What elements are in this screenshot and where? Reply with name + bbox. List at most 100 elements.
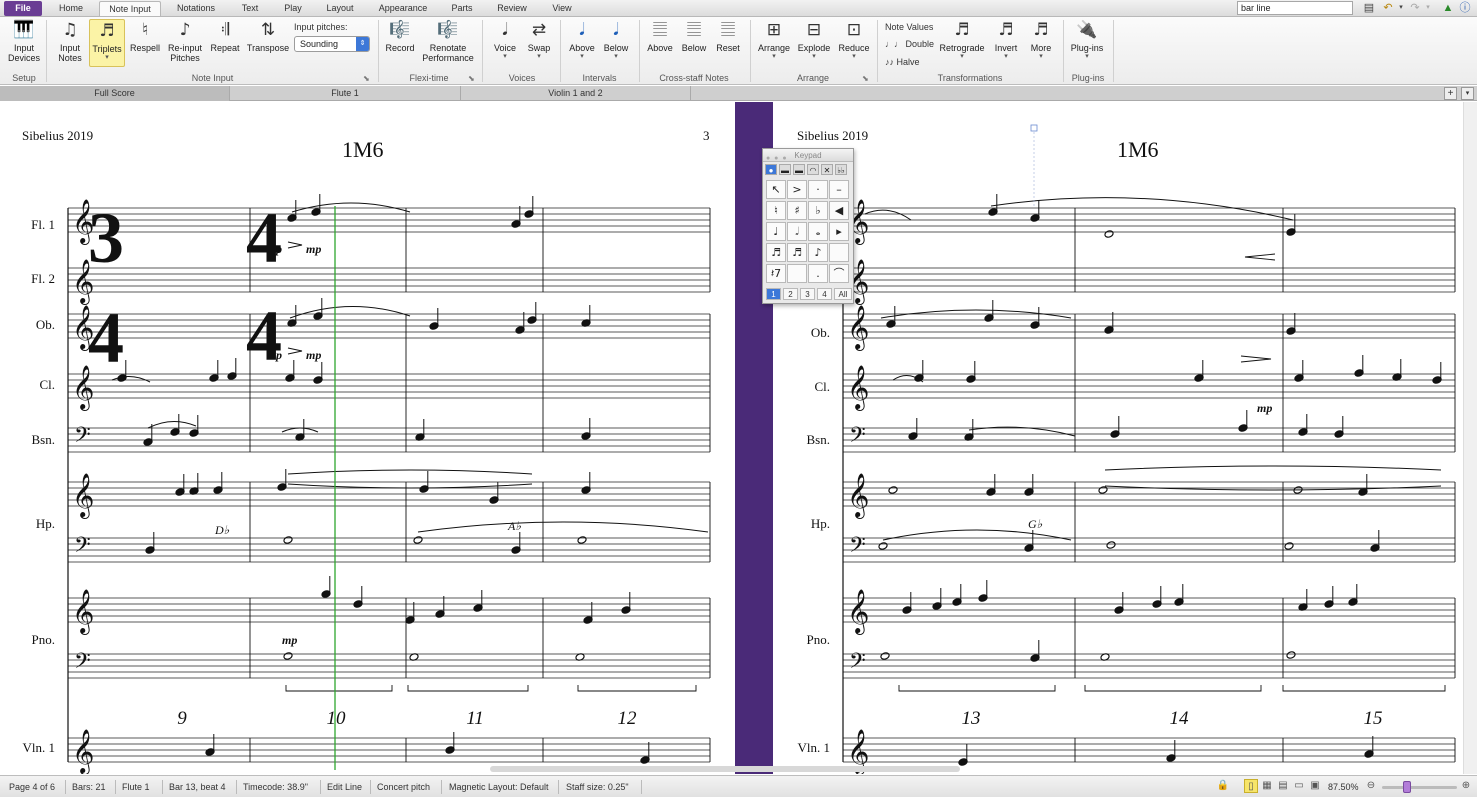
keypad-window[interactable]: ● ● ● Keypad ● ▬ ▬ ◠ ✕ ♭♭ ↖ > · – ♮ ♯ ♭ ◀ ♩ 𝅗𝅥 𝅝 ▸ ♬ ♬ ♪ 𝄽7.… <box>762 148 854 304</box>
keypad-key-r3c4[interactable]: ▸ <box>829 222 849 241</box>
keypad-key-r1c1[interactable]: ↖ <box>766 180 786 199</box>
lock-icon[interactable]: 🔒 <box>1216 779 1230 793</box>
keypad-layout-all[interactable]: All <box>834 288 852 300</box>
keypad-mode-2[interactable]: ▬ <box>779 164 791 175</box>
keypad-key-r2c1[interactable]: ♮ <box>766 201 786 220</box>
tab-note-input[interactable]: Note Input <box>99 1 161 16</box>
tab-home[interactable]: Home <box>52 1 90 16</box>
keypad-key-r1c4[interactable]: – <box>829 180 849 199</box>
score-page-left[interactable]: Sibelius 2019 1M6 3 𝄞 𝄞 𝄞 𝄞 𝄢 𝄞 𝄢 𝄞 𝄢 𝄞 Fl. 1 Fl. 2 Ob.… <box>0 102 735 774</box>
search-input[interactable] <box>1237 1 1353 15</box>
input-notes-button[interactable]: ♫ Input Notes <box>53 19 87 63</box>
reinput-pitches-button[interactable]: ♪ Re-input Pitches <box>165 19 205 63</box>
keypad-key-r5c4[interactable]: ⌒ <box>829 264 849 283</box>
more-button[interactable]: ♬ More ▾ <box>1025 19 1057 60</box>
retrograde-button[interactable]: ♬ Retrograde ▾ <box>938 19 986 60</box>
keypad-layout-2[interactable]: 2 <box>783 288 798 300</box>
panorama-icon[interactable]: ▭ <box>1292 779 1306 793</box>
tab-flute-1[interactable]: Flute 1 <box>230 86 461 101</box>
zoom-slider-track[interactable] <box>1382 786 1457 789</box>
tab-layout[interactable]: Layout <box>319 1 361 16</box>
cross-staff-above-button[interactable]: 𝄚 Above <box>644 19 676 53</box>
add-part-button[interactable]: + <box>1444 87 1457 100</box>
vertical-scrollbar[interactable] <box>1463 102 1477 774</box>
reduce-button[interactable]: ⊡ Reduce ▾ <box>836 19 872 60</box>
explode-button[interactable]: ⊟ Explode ▾ <box>795 19 833 60</box>
undo-icon[interactable]: ↶ <box>1381 1 1395 15</box>
part-menu-button[interactable]: ▾ <box>1461 87 1474 100</box>
keypad-key-r3c3[interactable]: 𝅝 <box>808 222 828 241</box>
keypad-mode-6[interactable]: ♭♭ <box>835 164 847 175</box>
flexi-time-launcher-icon[interactable]: ⬊ <box>468 74 475 83</box>
keypad-key-r2c3[interactable]: ♭ <box>808 201 828 220</box>
keypad-key-r5c1[interactable]: 𝄽7 <box>766 264 786 283</box>
keypad-key-r1c2[interactable]: > <box>787 180 807 199</box>
tab-play[interactable]: Play <box>276 1 310 16</box>
keypad-key-r5c2[interactable] <box>787 264 807 283</box>
tab-violin-1-2[interactable]: Violin 1 and 2 <box>461 86 691 101</box>
keypad-key-r3c1[interactable]: ♩ <box>766 222 786 241</box>
minimize-ribbon-icon[interactable]: ▲ <box>1441 1 1455 15</box>
keypad-mode-4[interactable]: ◠ <box>807 164 819 175</box>
redo-dropdown-icon[interactable]: ▾ <box>1421 1 1435 15</box>
undo-dropdown-icon[interactable]: ▾ <box>1394 1 1408 15</box>
save-icon[interactable]: ▤ <box>1362 1 1376 15</box>
page-view-grid-icon[interactable]: ▤ <box>1276 779 1290 793</box>
tab-parts[interactable]: Parts <box>444 1 480 16</box>
interval-below-button[interactable]: 𝅘𝅥 Below ▾ <box>600 19 632 60</box>
respell-button[interactable]: ♮ Respell <box>128 19 162 53</box>
cross-staff-below-button[interactable]: 𝄚 Below <box>678 19 710 53</box>
double-button[interactable]: ♩♩ Double <box>885 39 934 49</box>
tab-view[interactable]: View <box>544 1 580 16</box>
note-input-launcher-icon[interactable]: ⬊ <box>363 74 370 83</box>
keypad-key-r2c2[interactable]: ♯ <box>787 201 807 220</box>
record-button[interactable]: 🎼 Record <box>383 19 417 53</box>
zoom-slider-thumb[interactable] <box>1403 781 1412 793</box>
keypad-layout-4[interactable]: 4 <box>817 288 832 300</box>
score-page-right[interactable]: Sibelius 2019 1M6 𝄞 𝄞 𝄞 𝄞 𝄢 𝄞 𝄢 𝄞 𝄢 𝄞 Ob. Cl. Bsn. Hp. P… <box>773 102 1463 774</box>
status-magnetic-layout[interactable]: Magnetic Layout: Default <box>449 781 549 793</box>
input-devices-button[interactable]: 🎹 Input Devices <box>6 19 42 63</box>
triplets-button[interactable]: ♬ Triplets ▾ <box>89 19 125 67</box>
horizontal-scrollbar[interactable] <box>490 766 960 772</box>
page-view-single-icon[interactable]: ▯ <box>1244 779 1258 793</box>
interval-above-button[interactable]: 𝅘𝅥 Above ▾ <box>566 19 598 60</box>
keypad-mode-5[interactable]: ✕ <box>821 164 833 175</box>
zoom-in-icon[interactable]: ⊕ <box>1459 779 1473 793</box>
keypad-titlebar[interactable]: ● ● ● Keypad <box>763 149 853 162</box>
score-view[interactable]: Sibelius 2019 1M6 3 𝄞 𝄞 𝄞 𝄞 𝄢 𝄞 𝄢 𝄞 𝄢 𝄞 Fl. 1 Fl. 2 Ob.… <box>0 102 1477 774</box>
fullscreen-icon[interactable]: ▣ <box>1308 779 1322 793</box>
repeat-button[interactable]: 𝄇 Repeat <box>208 19 242 53</box>
tab-text[interactable]: Text <box>231 1 269 16</box>
keypad-key-r4c1[interactable]: ♬ <box>766 243 786 262</box>
keypad-layout-3[interactable]: 3 <box>800 288 815 300</box>
tab-file[interactable]: File <box>4 1 42 16</box>
invert-button[interactable]: ♬ Invert ▾ <box>990 19 1022 60</box>
keypad-key-r4c2[interactable]: ♬ <box>787 243 807 262</box>
arrange-launcher-icon[interactable]: ⬊ <box>862 74 869 83</box>
keypad-key-r2c4[interactable]: ◀ <box>829 201 849 220</box>
zoom-out-icon[interactable]: ⊖ <box>1364 779 1378 793</box>
transpose-button[interactable]: ⇅ Transpose <box>245 19 291 53</box>
tab-full-score[interactable]: Full Score <box>0 86 230 101</box>
page-view-spreads-icon[interactable]: ▦ <box>1260 779 1274 793</box>
zoom-level[interactable]: 87.50% <box>1328 781 1359 793</box>
keypad-key-r1c3[interactable]: · <box>808 180 828 199</box>
keypad-mode-3[interactable]: ▬ <box>793 164 805 175</box>
halve-button[interactable]: ♪♪ Halve <box>885 57 920 67</box>
arrange-button[interactable]: ⊞ Arrange ▾ <box>756 19 792 60</box>
voice-button[interactable]: 𝅘𝅥 Voice ▾ <box>489 19 521 60</box>
keypad-layout-1[interactable]: 1 <box>766 288 781 300</box>
status-pitch[interactable]: Concert pitch <box>377 781 430 793</box>
swap-button[interactable]: ⇄ Swap ▾ <box>523 19 555 60</box>
keypad-key-r3c2[interactable]: 𝅗𝅥 <box>787 222 807 241</box>
tab-review[interactable]: Review <box>490 1 534 16</box>
tab-appearance[interactable]: Appearance <box>372 1 434 16</box>
plugins-button[interactable]: 🔌 Plug-ins ▾ <box>1068 19 1106 60</box>
keypad-key-r4c3[interactable]: ♪ <box>808 243 828 262</box>
tab-notations[interactable]: Notations <box>169 1 223 16</box>
keypad-key-r4c4[interactable] <box>829 243 849 262</box>
renotate-performance-button[interactable]: 🎼 Renotate Performance <box>420 19 476 63</box>
keypad-mode-1[interactable]: ● <box>765 164 777 175</box>
redo-icon[interactable]: ↷ <box>1408 1 1422 15</box>
